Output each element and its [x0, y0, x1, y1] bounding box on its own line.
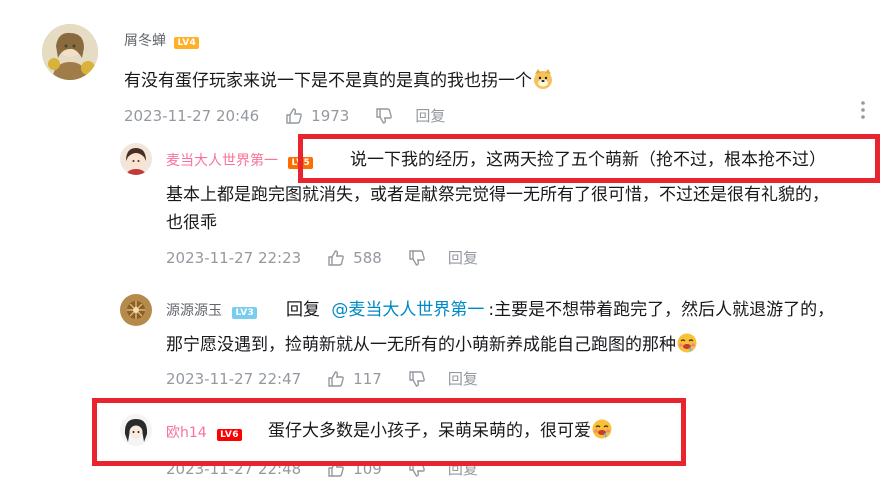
reply-button[interactable]: 回复 — [448, 247, 478, 268]
username[interactable]: 麦当大人世界第一 — [166, 153, 278, 169]
timestamp: 2023-11-27 20:46 — [124, 106, 260, 125]
thumbs-down-icon — [408, 370, 426, 388]
dislike-button[interactable] — [375, 107, 393, 125]
reply-text: 也很乖 — [166, 213, 217, 233]
reply-button[interactable]: 回复 — [415, 105, 445, 126]
like-button[interactable]: 588 — [327, 249, 382, 267]
dislike-button[interactable] — [408, 370, 426, 388]
dislike-button[interactable] — [408, 249, 426, 267]
like-count: 588 — [353, 248, 382, 267]
level-badge: LV4 — [174, 37, 200, 49]
like-count: 1973 — [311, 106, 350, 125]
username[interactable]: 源源源玉 — [166, 303, 222, 319]
more-options-icon[interactable] — [860, 100, 866, 124]
like-button[interactable]: 1973 — [285, 107, 349, 125]
drool-emoji — [676, 332, 698, 364]
thumbs-down-icon — [408, 249, 426, 267]
mention-link[interactable]: @麦当大人世界第一 — [331, 300, 484, 320]
doge-emoji — [532, 68, 554, 100]
highlight-box — [92, 398, 686, 466]
thumbs-up-icon — [285, 107, 303, 125]
avatar[interactable] — [120, 143, 152, 175]
avatar[interactable] — [120, 294, 152, 326]
thumbs-up-icon — [327, 249, 345, 267]
thumbs-up-icon — [327, 370, 345, 388]
timestamp: 2023-11-27 22:47 — [166, 369, 302, 388]
username[interactable]: 屑冬蝉 — [124, 33, 166, 49]
timestamp: 2023-11-27 22:23 — [166, 248, 302, 267]
avatar[interactable] — [42, 24, 98, 80]
thumbs-down-icon — [375, 107, 393, 125]
reply-text: 基本上都是跑完图就消失，或者是献祭完觉得一无所有了很可惜，不过还是很有礼貌的， — [166, 185, 829, 205]
like-count: 117 — [353, 369, 382, 388]
reply-text: 那宁愿没遇到，捡萌新就从一无所有的小萌新养成能自己跑图的那种 — [166, 330, 698, 364]
comment-text: 有没有蛋仔玩家来说一下是不是真的是真的我也拐一个 — [124, 66, 554, 100]
reply-button[interactable]: 回复 — [448, 368, 478, 389]
like-button[interactable]: 117 — [327, 370, 382, 388]
highlight-box — [298, 134, 880, 183]
reply-text: 回复 @麦当大人世界第一:主要是不想带着跑完了，然后人就退游了的， — [286, 300, 835, 320]
level-badge: LV3 — [232, 307, 258, 319]
